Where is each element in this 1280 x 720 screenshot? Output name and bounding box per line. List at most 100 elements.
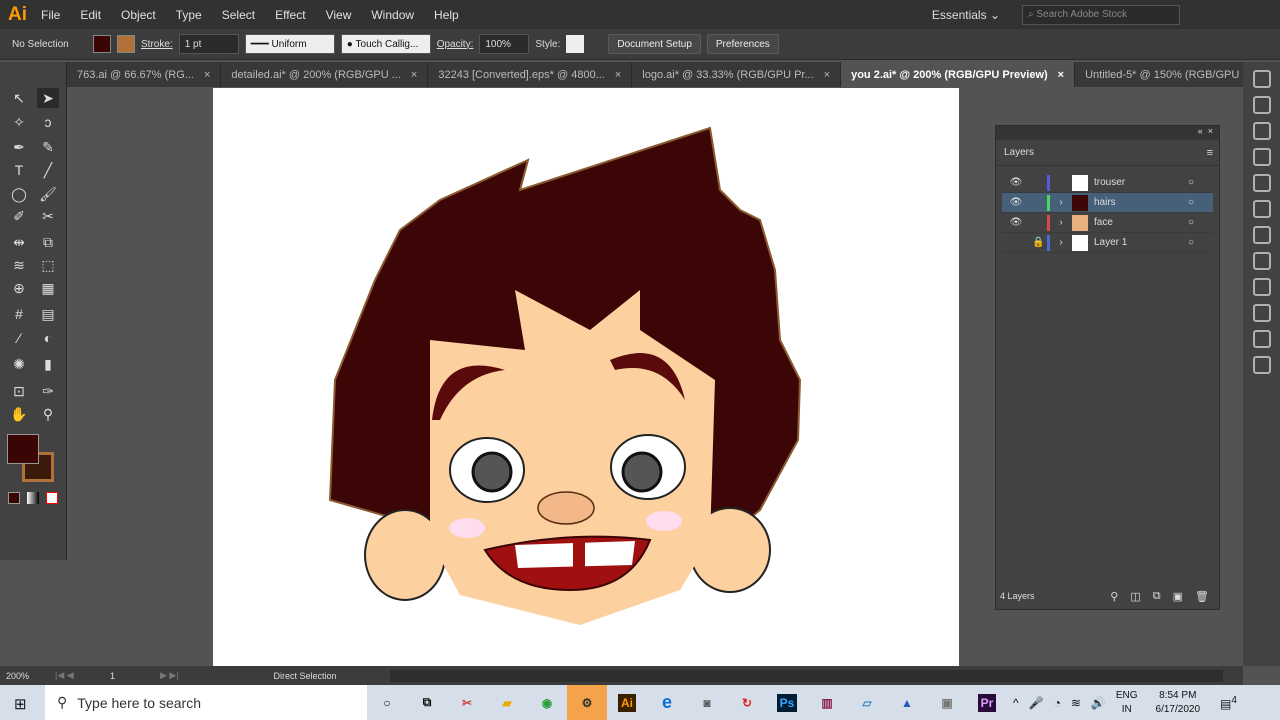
- target-icon[interactable]: ○: [1188, 237, 1194, 248]
- color-mode-button[interactable]: [8, 492, 20, 504]
- perspective-grid-icon[interactable]: ▦: [37, 278, 59, 298]
- line-tool-icon[interactable]: ╱: [37, 160, 59, 180]
- premiere-taskbar-icon[interactable]: Pr: [967, 685, 1007, 720]
- fill-color-box[interactable]: [7, 434, 39, 464]
- expand-chevron-icon[interactable]: ›: [1050, 197, 1072, 208]
- pencil-icon[interactable]: ✐: [8, 206, 30, 226]
- variable-width-profile[interactable]: ━━━ Uniform: [244, 34, 335, 54]
- menu-select[interactable]: Select: [222, 8, 255, 22]
- photoshop-taskbar-icon[interactable]: Ps: [767, 685, 807, 720]
- stock-search-input[interactable]: ⌕ Search Adobe Stock: [1022, 4, 1180, 25]
- layer-name[interactable]: trouser: [1094, 177, 1188, 188]
- show-hidden-icons-chevron[interactable]: ^: [1013, 696, 1019, 710]
- file-explorer-icon[interactable]: ▰: [487, 685, 527, 720]
- settings-gear-icon[interactable]: ⚙: [567, 685, 607, 720]
- camera-app-icon[interactable]: ◙: [687, 685, 727, 720]
- winrar-icon[interactable]: ▥: [807, 685, 847, 720]
- close-icon[interactable]: ×: [204, 69, 210, 81]
- expand-chevron-icon[interactable]: ›: [1050, 237, 1072, 248]
- fill-swatch[interactable]: [93, 35, 111, 53]
- chrome-icon[interactable]: ◉: [527, 685, 567, 720]
- menu-file[interactable]: File: [41, 8, 60, 22]
- brushes-panel-icon[interactable]: [1252, 122, 1271, 140]
- symbol-sprayer-icon[interactable]: ✺: [8, 354, 30, 374]
- snipping-app-icon[interactable]: ✂: [447, 685, 487, 720]
- layer-name[interactable]: Layer 1: [1094, 237, 1188, 248]
- eye-icon[interactable]: 👁: [1002, 217, 1030, 228]
- layer-name[interactable]: face: [1094, 217, 1188, 228]
- stroke-label[interactable]: Stroke:: [141, 39, 173, 50]
- slice-tool-icon[interactable]: ✑: [37, 381, 59, 401]
- libraries-panel-icon[interactable]: [1252, 174, 1271, 192]
- style-swatch[interactable]: [566, 35, 585, 53]
- make-clipping-mask-icon[interactable]: ◫: [1130, 590, 1140, 603]
- opacity-input[interactable]: 100%: [479, 34, 530, 54]
- edge-icon[interactable]: e: [647, 685, 687, 720]
- create-sublayer-icon[interactable]: ⧉: [1153, 590, 1161, 603]
- layer-row-face[interactable]: 👁 › face ○: [1002, 213, 1213, 233]
- menu-object[interactable]: Object: [121, 8, 156, 22]
- artboards-panel-icon[interactable]: [1252, 356, 1271, 374]
- notifications-icon[interactable]: ▤4: [1220, 695, 1237, 711]
- menu-effect[interactable]: Effect: [275, 8, 305, 22]
- close-icon[interactable]: ×: [1208, 126, 1213, 136]
- type-tool-icon[interactable]: T: [8, 160, 30, 180]
- expand-chevron-icon[interactable]: ›: [1050, 217, 1072, 228]
- language-indicator[interactable]: ENG IN: [1116, 689, 1138, 717]
- target-icon[interactable]: ○: [1188, 197, 1194, 208]
- stroke-weight-input[interactable]: 1 pt: [178, 34, 239, 54]
- task-view-icon[interactable]: ⧉: [407, 685, 447, 720]
- notes-app-icon[interactable]: ▱: [847, 685, 887, 720]
- free-transform-icon[interactable]: ⬚: [37, 255, 59, 275]
- artboard-number[interactable]: 1: [110, 671, 160, 681]
- clock[interactable]: 8:54 PM 6/17/2020: [1156, 689, 1201, 717]
- zoom-level[interactable]: 200%: [0, 671, 55, 681]
- selection-tool-icon[interactable]: ↖: [8, 88, 30, 108]
- new-layer-icon[interactable]: ▣: [1173, 590, 1183, 603]
- close-icon[interactable]: ×: [411, 69, 417, 81]
- gradient-icon[interactable]: ▤: [37, 304, 59, 324]
- reflect-icon[interactable]: ⇹: [8, 232, 30, 252]
- layers-tab[interactable]: Layers: [996, 140, 1043, 165]
- layer-name[interactable]: hairs: [1094, 197, 1188, 208]
- tab-logo[interactable]: logo.ai* @ 33.33% (RGB/GPU Pr... ×: [632, 62, 842, 87]
- tab-32243[interactable]: 32243 [Converted].eps* @ 4800... ×: [428, 62, 633, 87]
- target-icon[interactable]: ○: [1188, 177, 1194, 188]
- zoom-tool-icon[interactable]: ⚲: [37, 404, 59, 424]
- artboard-tool-icon[interactable]: ⊡: [8, 381, 30, 401]
- symbols-panel-icon[interactable]: [1252, 148, 1271, 166]
- workspace-switcher[interactable]: Essentials ⌄: [932, 8, 1000, 22]
- preferences-button[interactable]: Preferences: [706, 34, 779, 54]
- stroke-panel-icon[interactable]: [1252, 200, 1271, 218]
- eye-icon[interactable]: 👁: [1002, 197, 1030, 208]
- panel-menu-icon[interactable]: ≡: [1207, 147, 1213, 159]
- mesh-icon[interactable]: #: [8, 304, 30, 324]
- creative-cloud-icon[interactable]: ↻: [727, 685, 767, 720]
- pen-tool-icon[interactable]: ✒: [8, 137, 30, 157]
- illustrator-taskbar-icon[interactable]: Ai: [607, 685, 647, 720]
- document-setup-button[interactable]: Document Setup: [608, 34, 701, 54]
- swatches-panel-icon[interactable]: [1252, 96, 1271, 114]
- curvature-tool-icon[interactable]: ✎: [37, 137, 59, 157]
- artboard[interactable]: [213, 88, 959, 666]
- tab-763[interactable]: 763.ai @ 66.67% (RG... ×: [67, 62, 222, 87]
- transparency-panel-icon[interactable]: [1252, 252, 1271, 270]
- tab-you2[interactable]: you 2.ai* @ 200% (RGB/GPU Preview) ×: [841, 62, 1076, 87]
- image-viewer-icon[interactable]: ▣: [927, 685, 967, 720]
- none-mode-button[interactable]: [46, 492, 58, 504]
- color-panel-icon[interactable]: [1252, 70, 1271, 88]
- network-icon[interactable]: ◔: [1054, 696, 1061, 710]
- lasso-icon[interactable]: ↄ: [37, 112, 59, 132]
- close-icon[interactable]: ×: [1058, 69, 1064, 81]
- collapse-icon[interactable]: «: [1198, 126, 1203, 136]
- locate-object-icon[interactable]: ⚲: [1110, 590, 1118, 603]
- magic-wand-icon[interactable]: ✧: [8, 112, 30, 132]
- microphone-icon[interactable]: 🎤: [1029, 696, 1044, 710]
- appearance-panel-icon[interactable]: [1252, 278, 1271, 296]
- photos-app-icon[interactable]: ▲: [887, 685, 927, 720]
- scissors-icon[interactable]: ✂: [37, 206, 59, 226]
- menu-type[interactable]: Type: [176, 8, 202, 22]
- menu-view[interactable]: View: [326, 8, 352, 22]
- menu-help[interactable]: Help: [434, 8, 459, 22]
- eyedropper-icon[interactable]: ⁄: [8, 328, 30, 348]
